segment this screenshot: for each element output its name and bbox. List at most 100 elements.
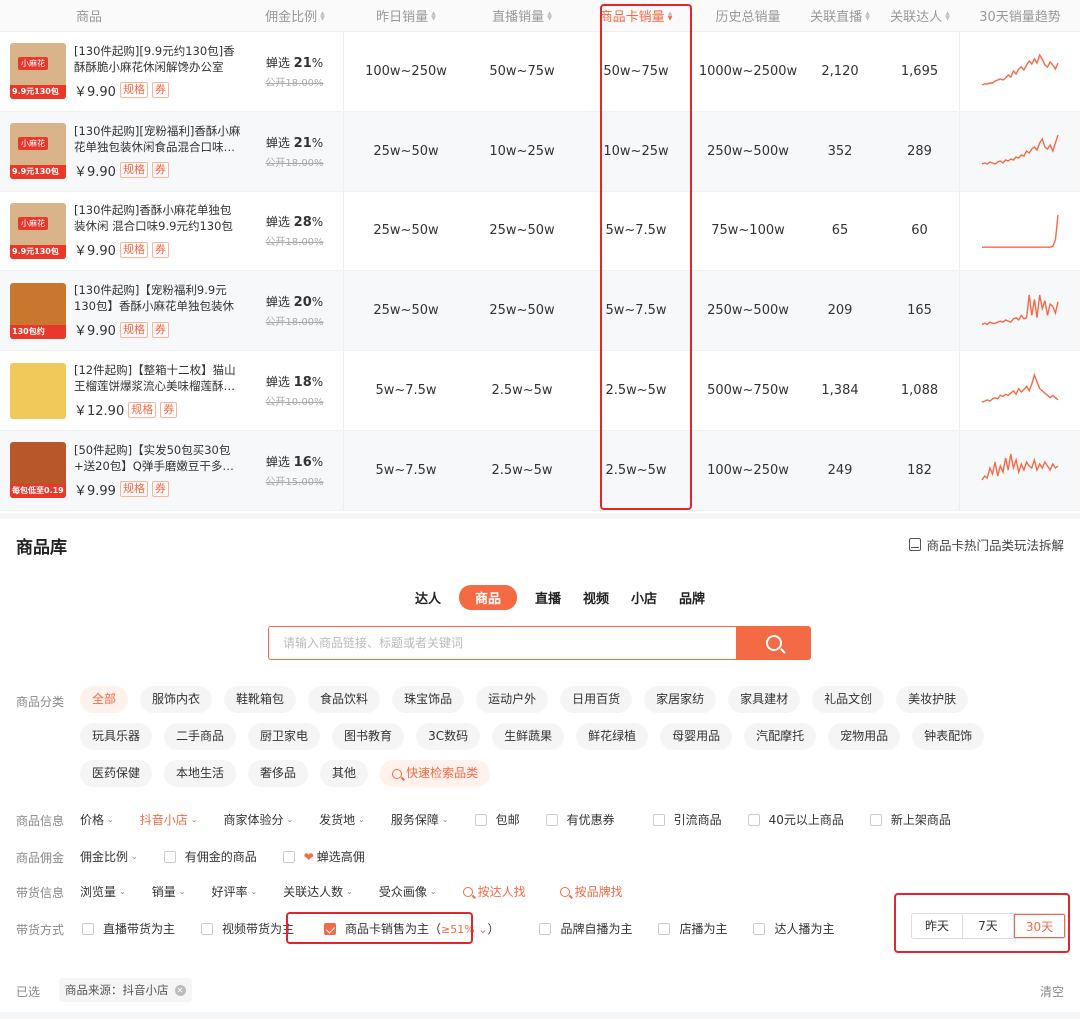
table-row[interactable]: 小麻花 9.9元130包 [130件起购][9.9元约130包]香酥酥脆小麻花休…	[0, 32, 1080, 112]
info-dropdown[interactable]: 发货地 ⌄	[319, 811, 365, 828]
category-chip[interactable]: 礼品文创	[812, 686, 885, 713]
product-thumbnail[interactable]: 130包约	[10, 282, 66, 339]
sales-trend-sparkline[interactable]	[980, 289, 1060, 333]
sales-trend-sparkline[interactable]	[980, 49, 1060, 93]
pct-dropdown[interactable]: ≥51% ⌄	[441, 923, 487, 936]
category-chip[interactable]: 珠宝饰品	[392, 686, 465, 713]
category-guide-link[interactable]: 商品卡热门品类玩法拆解	[909, 535, 1064, 554]
sales-trend-sparkline[interactable]	[980, 369, 1060, 413]
checkbox[interactable]	[539, 922, 552, 935]
category-chip[interactable]: 全部	[80, 686, 129, 713]
category-chip[interactable]: 生鲜蔬果	[492, 723, 565, 750]
live-mode-check[interactable]: 直播带货为主	[82, 920, 175, 937]
th-yesterday-sales[interactable]: 昨日销量 ▲ ▼	[344, 0, 468, 31]
checkbox[interactable]	[201, 922, 214, 935]
info-dropdown[interactable]: 商家体验分 ⌄	[223, 811, 293, 828]
category-chip[interactable]: 家具建材	[728, 686, 801, 713]
sales-trend-sparkline[interactable]	[980, 129, 1060, 173]
category-chip[interactable]: 日用百货	[560, 686, 633, 713]
category-chip[interactable]: 图书教育	[332, 723, 405, 750]
tab-product[interactable]: 商品	[458, 585, 517, 610]
category-chip[interactable]: 二手商品	[164, 723, 237, 750]
checkbox[interactable]	[163, 850, 176, 863]
find-by-talent-link[interactable]: 按达人找	[462, 883, 526, 900]
spec-tag[interactable]: 规格	[119, 82, 148, 99]
info-check[interactable]: 40元以上商品	[747, 811, 844, 828]
has-commission-check[interactable]: 有佣金的商品	[163, 848, 257, 865]
category-chip[interactable]: 鲜花绿植	[576, 723, 649, 750]
checkbox[interactable]	[82, 922, 94, 935]
commission-rate-dropdown[interactable]: 佣金比例 ⌄	[80, 848, 138, 865]
checkbox[interactable]	[545, 813, 558, 826]
category-chip[interactable]: 服饰内衣	[140, 686, 213, 713]
category-chip[interactable]: 玩具乐器	[80, 723, 153, 750]
coupon-tag[interactable]: 券	[151, 162, 169, 179]
spec-tag[interactable]: 规格	[128, 401, 157, 418]
checkbox[interactable]	[652, 813, 665, 826]
clear-button[interactable]: 清空	[1040, 983, 1064, 1000]
th-commission[interactable]: 佣金比例 ▲ ▼	[246, 0, 344, 31]
checkbox[interactable]	[747, 813, 760, 826]
info-check[interactable]: 引流商品	[652, 811, 722, 828]
category-chip[interactable]: 医药保健	[80, 760, 153, 787]
product-thumbnail[interactable]: 小麻花 9.9元130包	[10, 202, 66, 259]
category-chip[interactable]: 运动户外	[476, 686, 549, 713]
category-chip[interactable]: 汽配摩托	[744, 723, 817, 750]
category-chip[interactable]: 宠物用品	[828, 723, 901, 750]
info-dropdown[interactable]: 价格 ⌄	[80, 811, 114, 828]
spec-tag[interactable]: 规格	[119, 241, 148, 258]
category-chip[interactable]: 3C数码	[416, 723, 481, 750]
search-button[interactable]	[736, 626, 811, 660]
product-title[interactable]: [130件起购][宠粉福利]香酥小麻花单独包装休闲食品混合口味…	[74, 123, 242, 155]
search-input[interactable]: 请输入商品链接、标题或者关键词	[268, 626, 736, 660]
goods-dropdown[interactable]: 销量 ⌄	[152, 883, 186, 900]
coupon-tag[interactable]: 券	[151, 241, 169, 258]
category-chip[interactable]: 其他	[320, 760, 369, 787]
category-chip[interactable]: 家居家纺	[644, 686, 717, 713]
brand-self-check[interactable]: 品牌自播为主	[539, 920, 632, 937]
th-card-sales[interactable]: 商品卡销量 ▲ ▼	[576, 0, 696, 31]
sales-trend-sparkline[interactable]	[980, 209, 1060, 253]
th-history-sales[interactable]: 历史总销量	[696, 0, 800, 31]
goods-dropdown[interactable]: 关联达人数 ⌄	[283, 883, 353, 900]
sales-trend-sparkline[interactable]	[980, 448, 1060, 492]
th-related-talent[interactable]: 关联达人 ▲ ▼	[880, 0, 960, 31]
high-commission-check[interactable]: ❤ 蝉选高佣	[282, 848, 365, 865]
tab-brand[interactable]: 品牌	[675, 585, 709, 610]
info-check[interactable]: 包邮	[474, 811, 520, 828]
goods-dropdown[interactable]: 受众画像 ⌄	[379, 883, 437, 900]
coupon-tag[interactable]: 券	[160, 401, 178, 418]
category-chip[interactable]: 钟表配饰	[912, 723, 985, 750]
category-chip[interactable]: 母婴用品	[660, 723, 733, 750]
table-row[interactable]: [12件起购]【整箱十二枚】猫山王榴莲饼爆浆流心美味榴莲酥… ￥12.90 规格…	[0, 351, 1080, 431]
table-row[interactable]: 每包低至0.19元 [50件起购]【实发50包买30包+送20包】Q弹手磨嫩豆干…	[0, 430, 1080, 511]
category-chip[interactable]: 食品饮料	[308, 686, 381, 713]
info-check[interactable]: 新上架商品	[869, 811, 951, 828]
category-chip[interactable]: 鞋靴箱包	[224, 686, 297, 713]
product-thumbnail[interactable]: 小麻花 9.9元130包	[10, 43, 66, 100]
time-30d[interactable]: 30天	[1014, 914, 1065, 938]
tab-shop[interactable]: 小店	[627, 585, 661, 610]
checkbox[interactable]	[869, 813, 882, 826]
tab-video[interactable]: 视频	[579, 585, 613, 610]
quick-category-search[interactable]: 快速检索品类	[380, 760, 491, 787]
close-icon[interactable]: ✕	[174, 984, 186, 996]
info-check[interactable]: 有优惠券	[545, 811, 615, 828]
find-by-brand-link[interactable]: 按品牌找	[559, 883, 623, 900]
product-thumbnail[interactable]	[10, 362, 66, 419]
table-row[interactable]: 130包约 [130件起购]【宠粉福利9.9元130包】香酥小麻花单独包装休闲……	[0, 271, 1080, 352]
card-mode-check[interactable]: 商品卡销售为主（≥51% ⌄）	[324, 920, 499, 937]
coupon-tag[interactable]: 券	[151, 82, 169, 99]
th-related-live[interactable]: 关联直播 ▲ ▼	[800, 0, 880, 31]
category-chip[interactable]: 奢侈品	[248, 760, 309, 787]
spec-tag[interactable]: 规格	[119, 162, 148, 179]
time-yesterday[interactable]: 昨天	[912, 914, 963, 938]
spec-tag[interactable]: 规格	[119, 481, 148, 498]
product-title[interactable]: [130件起购]香酥小麻花单独包装休闲 混合口味9.9元约130包	[74, 202, 242, 234]
product-title[interactable]: [12件起购]【整箱十二枚】猫山王榴莲饼爆浆流心美味榴莲酥…	[74, 362, 242, 394]
table-row[interactable]: 小麻花 9.9元130包 [130件起购][宠粉福利]香酥小麻花单独包装休闲食品…	[0, 111, 1080, 192]
checkbox-checked[interactable]	[324, 922, 337, 935]
store-live-check[interactable]: 店播为主	[658, 920, 727, 937]
category-chip[interactable]: 厨卫家电	[248, 723, 321, 750]
spec-tag[interactable]: 规格	[119, 321, 148, 338]
